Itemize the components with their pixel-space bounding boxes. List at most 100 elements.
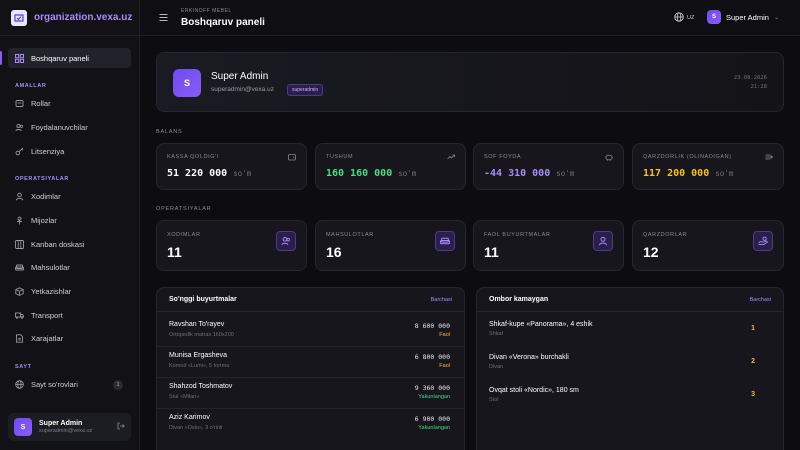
sidebar-item-mijozlar[interactable]: Mijozlar	[8, 210, 131, 230]
stat-value: 51 220 000 so'm	[167, 168, 251, 179]
profile-name: Super Admin	[211, 71, 269, 82]
sidebar-item-label: Mahsulotlar	[31, 263, 70, 273]
order-status: Faol	[439, 363, 450, 369]
sidebar-item-kanban[interactable]: Kanban doskasi	[8, 234, 131, 254]
logout-icon[interactable]	[117, 422, 125, 432]
top-header: ERKINOFF MEBEL Boshqaruv paneli UZ S Sup…	[140, 0, 800, 36]
checkmark-shield-icon	[11, 9, 27, 26]
stat-amount: 117 200 000	[643, 168, 710, 179]
ops-card-faol-buyurtmalar[interactable]: FAOL BUYURTMALAR 11	[473, 220, 624, 271]
panel-header: Ombor kamaygan Barchasi	[477, 288, 783, 312]
header-user-name: Super Admin	[726, 12, 769, 22]
sidebar-item-label: Foydalanuvchilar	[31, 122, 88, 132]
order-status: Yakunlangan	[418, 394, 450, 400]
balance-card-tushum: TUSHUM 160 160 000 so'm	[315, 143, 466, 190]
sidebar-item-label: Transport	[31, 310, 63, 320]
order-product: Ortopedik matras 160x200	[169, 332, 234, 338]
stat-unit: so'm	[556, 169, 575, 178]
order-amount: 6 800 000	[414, 353, 450, 361]
sidebar-item-label: Mijozlar	[31, 215, 57, 225]
order-product: Komod «Lumi», 5 tortma	[169, 363, 230, 369]
stock-row[interactable]: Ovqat stoli «Nordic», 180 sm Stol 3	[477, 382, 783, 415]
users-icon	[15, 123, 24, 132]
stock-quantity: 1	[751, 325, 755, 332]
profile-datetime: 23.08.2026 21:28	[734, 74, 767, 92]
stock-product: Divan «Verona» burchakli	[489, 354, 569, 361]
sidebar-item-label: Sayt so'rovlari	[31, 380, 78, 390]
brand-name: organization.vexa.uz	[34, 12, 133, 23]
sidebar-item-foydalanuvchilar[interactable]: Foydalanuvchilar	[8, 117, 131, 137]
hand-coins-icon	[753, 231, 773, 251]
header-user-menu[interactable]: S Super Admin ⌄	[707, 10, 779, 24]
wallet-icon	[288, 153, 296, 163]
stat-value: 12	[643, 244, 659, 260]
stat-value: 117 200 000 so'm	[643, 168, 733, 179]
sidebar-item-xodimlar[interactable]: Xodimlar	[8, 187, 131, 207]
stock-row[interactable]: Divan «Verona» burchakli Divan 2	[477, 349, 783, 382]
hamburger-menu-icon[interactable]	[159, 13, 168, 22]
stat-value: -44 310 000 so'm	[484, 168, 574, 179]
stat-label: MAHSULOTLAR	[326, 232, 374, 238]
order-product: Divan «Oslo», 3 o'rinli	[169, 425, 223, 431]
order-status: Yakunlangan	[418, 425, 450, 431]
stock-product: Ovqat stoli «Nordic», 180 sm	[489, 387, 579, 394]
ops-card-xodimlar[interactable]: XODIMLAR 11	[156, 220, 307, 271]
globe-icon	[15, 380, 24, 389]
sidebar-item-yetkazishlar[interactable]: Yetkazishlar	[8, 282, 131, 302]
sidebar: organization.vexa.uz Boshqaruv paneli AM…	[0, 0, 140, 450]
ops-card-qarzdorlar[interactable]: QARZDORLAR 12	[632, 220, 784, 271]
order-amount: 6 900 000	[414, 415, 450, 423]
order-row[interactable]: Munisa Ergasheva Komod «Lumi», 5 tortma …	[157, 347, 464, 378]
sidebar-item-sayt-sorovlari[interactable]: Sayt so'rovlari 1	[8, 375, 131, 395]
brand[interactable]: organization.vexa.uz	[0, 0, 139, 36]
document-icon	[15, 334, 24, 344]
panel-title: Ombor kamaygan	[489, 296, 549, 303]
profile-time: 21:28	[750, 84, 767, 90]
sidebar-user-card[interactable]: S Super Admin superadmin@vexa.uz	[8, 413, 131, 441]
order-row[interactable]: Ravshan To'rayev Ortopedik matras 160x20…	[157, 316, 464, 347]
stat-label: SOF FOYDA	[484, 154, 522, 160]
low-stock-panel: Ombor kamaygan Barchasi Shkaf-kupe «Pano…	[476, 287, 784, 450]
order-amount: 9 360 000	[414, 384, 450, 392]
language-switcher[interactable]: UZ	[674, 12, 694, 24]
page-title: Boshqaruv paneli	[181, 17, 265, 28]
order-row[interactable]: Aziz Karimov Divan «Oslo», 3 o'rinli 6 9…	[157, 409, 464, 440]
panel-title: So'nggi buyurtmalar	[169, 296, 237, 303]
stock-row[interactable]: Shkaf-kupe «Panorama», 4 eshik Shkaf 1	[477, 316, 783, 349]
stock-category: Shkaf	[489, 331, 504, 337]
sidebar-item-label: Rollar	[31, 99, 51, 109]
stock-quantity: 2	[751, 358, 755, 365]
globe-icon	[674, 12, 684, 24]
truck-icon	[15, 311, 24, 320]
sidebar-item-label: Yetkazishlar	[31, 287, 72, 296]
box-icon	[15, 287, 24, 296]
ops-card-mahsulotlar[interactable]: MAHSULOTLAR 16	[315, 220, 466, 271]
user-icon	[593, 231, 613, 251]
sidebar-item-mahsulotlar[interactable]: Mahsulotlar	[8, 258, 131, 278]
sidebar-item-dashboard[interactable]: Boshqaruv paneli	[0, 48, 131, 68]
order-customer: Shahzod Toshmatov	[169, 383, 233, 390]
balance-card-sof-foyda: SOF FOYDA -44 310 000 so'm	[473, 143, 624, 190]
sidebar-item-label: Litsenziya	[31, 146, 65, 156]
balance-card-kassa: KASSA QOLDIG'I 51 220 000 so'm	[156, 143, 307, 190]
cash-icon	[765, 153, 774, 163]
view-all-link[interactable]: Barchasi	[750, 297, 771, 303]
profile-card: S Super Admin superadmin@vexa.uz superad…	[156, 52, 784, 112]
stock-product: Shkaf-kupe «Panorama», 4 eshik	[489, 321, 593, 328]
main-content: S Super Admin superadmin@vexa.uz superad…	[140, 36, 800, 450]
sidebar-item-label: Xarajatlar	[31, 334, 64, 344]
order-row[interactable]: Shahzod Toshmatov Stul «Milan» 9 360 000…	[157, 378, 464, 409]
order-product: Stul «Milan»	[169, 394, 200, 400]
view-all-link[interactable]: Barchasi	[431, 297, 452, 303]
role-badge: superadmin	[287, 84, 324, 96]
order-customer: Munisa Ergasheva	[169, 352, 227, 359]
person-icon	[15, 216, 24, 225]
sidebar-item-litsenziya[interactable]: Litsenziya	[8, 141, 131, 161]
key-icon	[15, 147, 24, 156]
users-icon	[276, 231, 296, 251]
sidebar-item-transport[interactable]: Transport	[8, 305, 131, 325]
badge-icon	[15, 99, 24, 108]
sidebar-item-rollar[interactable]: Rollar	[8, 94, 131, 114]
sidebar-item-xarajatlar[interactable]: Xarajatlar	[8, 329, 131, 349]
order-customer: Aziz Karimov	[169, 414, 210, 421]
